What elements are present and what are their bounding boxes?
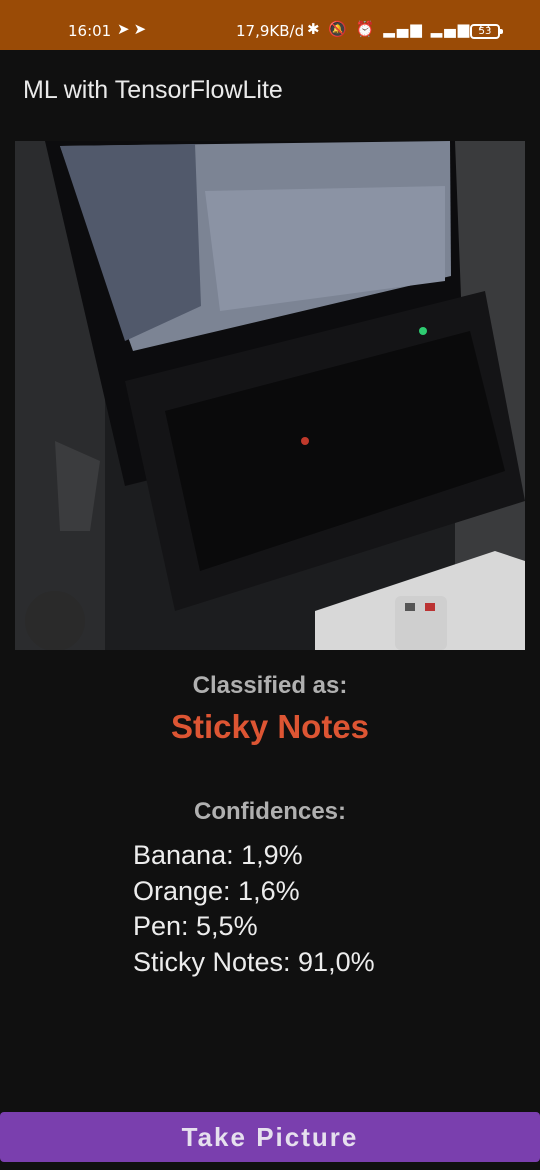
telegram-icon: ➤➤ [117, 20, 151, 38]
confidences-list: Banana: 1,9% Orange: 1,6% Pen: 5,5% Stic… [133, 838, 375, 980]
confidence-item: Pen: 5,5% [133, 911, 258, 941]
confidence-item: Orange: 1,6% [133, 875, 300, 906]
network-speed: 17,9KB/d [236, 22, 305, 40]
camera-preview-image [15, 141, 525, 650]
classified-as-label: Classified as: [192, 672, 348, 699]
status-bar: 16:01 ➤➤ 17,9KB/d ✱ 🔕 ⏰ ▂▄▆ ▂▄▆ ◠ 53 [0, 0, 540, 50]
laptop-photo [15, 141, 525, 650]
confidence-item: Banana: 1,9% [133, 840, 303, 870]
battery-icon: 53 [470, 24, 503, 39]
confidences-label: Confidences: [193, 798, 346, 825]
take-picture-button[interactable]: Take Picture [0, 1112, 540, 1162]
classification-result: Sticky Notes [170, 708, 370, 745]
status-icons: ✱ 🔕 ⏰ ▂▄▆ ▂▄▆ ◠ [307, 20, 494, 38]
status-time: 16:01 [68, 22, 112, 40]
app-title: ML with TensorFlowLite [23, 76, 283, 104]
confidence-item: Sticky Notes: 91,0% [133, 946, 375, 977]
